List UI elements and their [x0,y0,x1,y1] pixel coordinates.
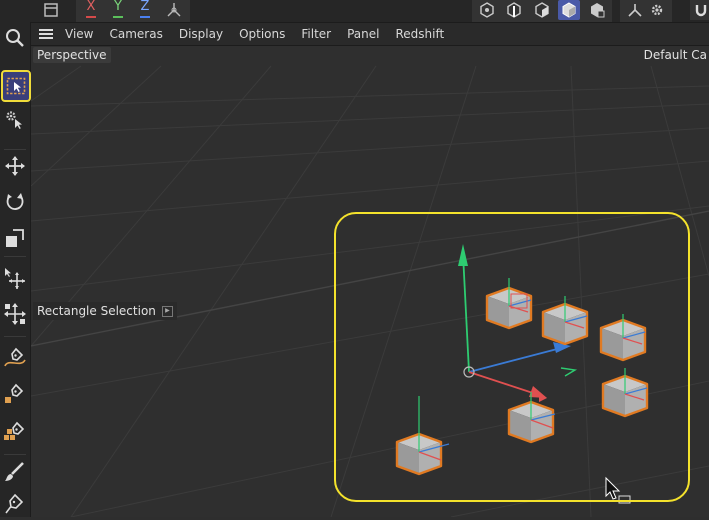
menu-display[interactable]: Display [171,23,231,45]
menu-view[interactable]: View [57,23,101,45]
top-toolbar: X Y Z [0,0,709,23]
edges-mode-button[interactable] [503,0,525,20]
scale-tool[interactable] [0,222,30,254]
move-component-icon [5,268,25,289]
points-mode-button[interactable] [476,0,498,20]
points-mode-icon [480,2,494,18]
x-axis-label: X [85,0,97,18]
axis-mode-button[interactable] [624,0,646,20]
transform-tool[interactable] [0,298,30,330]
tool-tooltip: Rectangle Selection ▶ [33,302,177,320]
axis-mode-icon [628,4,642,17]
rotate-icon [6,193,24,210]
z-axis-label: Z [139,0,151,18]
tool-separator [4,256,26,257]
selection-rectangle [334,212,690,502]
y-axis-label: Y [113,0,123,18]
model-mode-icon [562,2,576,18]
settings-button[interactable] [646,0,668,20]
snap-button[interactable] [690,0,709,20]
rectangle-selection-tool[interactable] [1,70,31,102]
y-axis-lock-button[interactable]: Y [107,0,129,20]
uv-mode-button[interactable] [586,0,608,20]
view-name-label[interactable]: Perspective [33,47,111,63]
menu-cameras[interactable]: Cameras [101,23,170,45]
menu-filter[interactable]: Filter [293,23,339,45]
tooltip-text: Rectangle Selection [37,304,156,318]
polygons-mode-icon [535,2,549,18]
brush-icon [5,462,24,481]
pen-spline-tool[interactable] [0,342,30,374]
menu-options[interactable]: Options [231,23,293,45]
model-mode-button[interactable] [558,0,580,20]
tool-separator [4,336,26,337]
menu-redshift[interactable]: Redshift [387,23,452,45]
tool-palette [0,22,31,517]
search-icon [6,29,24,47]
move-component-tool[interactable] [0,262,30,294]
scale-icon [6,229,24,247]
pen-tool[interactable] [0,488,30,520]
x-axis-lock-button[interactable]: X [80,0,102,20]
brush-tool[interactable] [0,456,30,488]
pen-spline-icon [4,347,26,367]
expand-arrow-icon: ▶ [161,305,173,317]
transform-icon [4,303,26,325]
uv-mode-icon [591,3,605,18]
pen-icon [5,493,24,514]
sketch-pen-tool[interactable] [0,378,30,410]
live-selection-icon [6,111,22,129]
move-tool[interactable] [0,150,30,182]
pen-object-icon [4,421,25,440]
rotate-tool[interactable] [0,186,30,218]
pen-object-tool[interactable] [0,416,30,448]
camera-name-label[interactable]: Default Ca [640,47,709,63]
move-icon [5,156,25,176]
menu-panel[interactable]: Panel [339,23,387,45]
magnet-icon [695,5,707,17]
polygons-mode-button[interactable] [531,0,553,20]
z-axis-lock-button[interactable]: Z [134,0,156,20]
coordinate-system-button[interactable] [163,0,185,20]
search-tool[interactable] [0,22,30,54]
tool-separator [4,454,26,455]
sketch-pen-icon [5,383,24,403]
edges-mode-icon [507,2,521,18]
live-selection-tool[interactable] [0,104,30,136]
object-panel-button[interactable] [40,0,62,20]
viewport-menu-bar: View Cameras Display Options Filter Pane… [31,23,709,46]
hamburger-icon [39,29,53,39]
rectangle-selection-icon [6,77,26,95]
perspective-viewport[interactable]: Perspective Default Ca Rectangle Selecti… [31,46,709,517]
viewport-menu-button[interactable] [35,28,57,40]
gear-icon [651,4,663,16]
panel-icon [44,3,58,17]
world-coordinates-icon [167,3,181,17]
